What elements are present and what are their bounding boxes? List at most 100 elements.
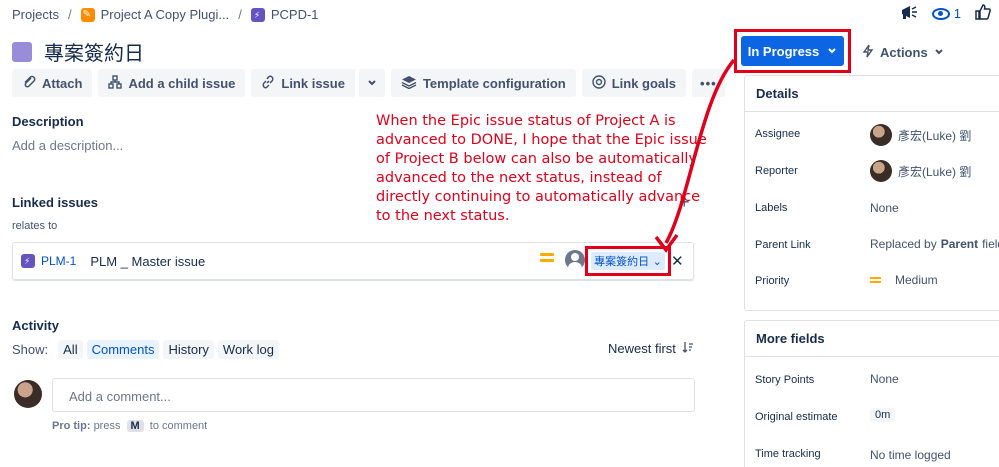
relation-label: relates to [12, 220, 58, 232]
priority-medium-icon [870, 275, 881, 285]
issue-toolbar: Attach Add a child issue Link issue Temp… [12, 69, 725, 97]
paperclip-icon [22, 75, 36, 92]
attach-button[interactable]: Attach [12, 69, 93, 97]
linked-issues-heading: Linked issues [12, 195, 98, 210]
time-tracking-value[interactable]: No time logged [870, 448, 951, 462]
epic-icon [21, 254, 35, 268]
eye-icon [931, 7, 950, 20]
template-configuration-button[interactable]: Template configuration [390, 69, 576, 97]
story-points-label: Story Points [755, 374, 815, 386]
actions-button[interactable]: Actions [862, 44, 944, 61]
status-label: In Progress [747, 43, 820, 59]
reporter-value[interactable]: 彥宏(Luke) 劉 [870, 160, 971, 182]
estimate-pill: 0m [870, 408, 896, 422]
breadcrumb-issue-key[interactable]: PCPD-1 [271, 7, 319, 22]
attach-label: Attach [42, 75, 83, 91]
unassigned-avatar [565, 250, 585, 270]
priority-medium-icon [540, 253, 554, 265]
chevron-down-icon [367, 76, 377, 91]
pro-tip-label: Pro tip: [52, 420, 91, 432]
labels-label: Labels [755, 202, 788, 214]
more-icon: ••• [700, 75, 717, 91]
sort-label: Newest first [608, 341, 676, 356]
more-fields-panel: More fields [744, 320, 999, 467]
chevron-down-icon [934, 45, 944, 60]
annotation-note: When the Epic issue status of Project A … [376, 113, 707, 224]
pro-tip-suffix: to comment [149, 420, 208, 432]
time-tracking-label: Time tracking [755, 448, 821, 460]
description-field[interactable]: Add a description... [12, 138, 123, 153]
status-highlight: In Progress [734, 29, 851, 73]
parent-link-label: Parent Link [755, 239, 811, 251]
tab-work-log[interactable]: Work log [217, 340, 279, 359]
activity-heading: Activity [12, 318, 59, 333]
tab-history[interactable]: History [163, 340, 214, 359]
more-actions-button[interactable]: ••• [692, 69, 725, 97]
assignee-label: Assignee [755, 128, 801, 140]
assignee-name: 彥宏(Luke) 劉 [898, 128, 972, 143]
link-issue-dropdown[interactable] [356, 69, 385, 97]
sort-order-button[interactable]: Newest first [608, 341, 694, 356]
thumbs-up-icon[interactable] [975, 4, 991, 23]
current-user-avatar [14, 380, 42, 408]
original-estimate-label: Original estimate [755, 411, 838, 423]
labels-value[interactable]: None [870, 201, 899, 215]
epic-icon [250, 7, 265, 22]
parent-link-prefix: Replaced by [870, 237, 937, 251]
pro-tip: Pro tip: press M to comment [52, 420, 207, 432]
more-fields-header[interactable]: More fields [745, 321, 999, 357]
comment-input[interactable]: Add a comment... [52, 378, 695, 412]
project-icon [80, 7, 95, 22]
link-goals-button[interactable]: Link goals [581, 69, 687, 97]
watch-button[interactable]: 1 [931, 6, 961, 21]
megaphone-icon[interactable] [900, 4, 918, 23]
breadcrumb-separator: / [67, 7, 72, 22]
linked-issue-status[interactable]: 專案簽約日 ⌄ [591, 252, 665, 270]
add-child-issue-button[interactable]: Add a child issue [98, 69, 246, 97]
issue-title[interactable]: 專案簽約日 [44, 37, 144, 66]
tab-comments[interactable]: Comments [86, 340, 160, 359]
linked-issue-summary[interactable]: PLM _ Master issue [90, 254, 205, 269]
chevron-down-icon [827, 44, 837, 59]
reporter-name: 彥宏(Luke) 劉 [898, 164, 972, 179]
remove-link-button[interactable]: ✕ [671, 252, 684, 270]
link-issue-button[interactable]: Link issue [251, 69, 355, 97]
activity-filter: Show: All Comments History Work log [12, 340, 279, 359]
description-heading: Description [12, 114, 84, 129]
priority-value[interactable]: Medium [870, 273, 938, 287]
link-issue-label: Link issue [281, 75, 345, 91]
details-header[interactable]: Details [745, 76, 999, 112]
priority-label: Priority [755, 275, 790, 287]
assignee-avatar [870, 124, 892, 146]
watch-count: 1 [953, 6, 961, 21]
show-label: Show: [12, 342, 49, 357]
link-icon [261, 75, 275, 92]
reporter-avatar [870, 160, 892, 182]
breadcrumb-projects[interactable]: Projects [12, 7, 59, 22]
breadcrumb-separator: / [238, 7, 242, 22]
parent-link-bold: Parent [940, 237, 979, 251]
original-estimate-value[interactable]: 0m [870, 408, 896, 422]
template-configuration-label: Template configuration [422, 75, 566, 91]
sort-icon [682, 341, 694, 356]
lightning-icon [862, 44, 874, 61]
add-linked-issue-button[interactable]: + [679, 192, 690, 213]
reporter-label: Reporter [755, 165, 798, 177]
assignee-value[interactable]: 彥宏(Luke) 劉 [870, 124, 971, 146]
breadcrumb: Projects / Project A Copy Plugi... / PCP… [12, 7, 319, 22]
parent-link-suffix: field [982, 237, 999, 251]
issue-type-icon [12, 41, 32, 62]
status-button[interactable]: In Progress [741, 36, 844, 66]
chevron-down-icon: ⌄ [652, 255, 662, 268]
priority-name: Medium [895, 273, 938, 287]
add-child-label: Add a child issue [128, 75, 236, 91]
breadcrumb-project[interactable]: Project A Copy Plugi... [101, 7, 230, 22]
linked-issue-status-highlight: 專案簽約日 ⌄ [585, 246, 671, 276]
tab-all[interactable]: All [58, 340, 83, 359]
issue-title-row: 專案簽約日 [12, 37, 144, 66]
shortcut-key: M [126, 420, 144, 432]
linked-issue-key[interactable]: PLM-1 [41, 254, 76, 268]
story-points-value[interactable]: None [870, 372, 899, 386]
link-goals-label: Link goals [611, 75, 677, 91]
issue-header-actions: 1 [900, 4, 991, 23]
